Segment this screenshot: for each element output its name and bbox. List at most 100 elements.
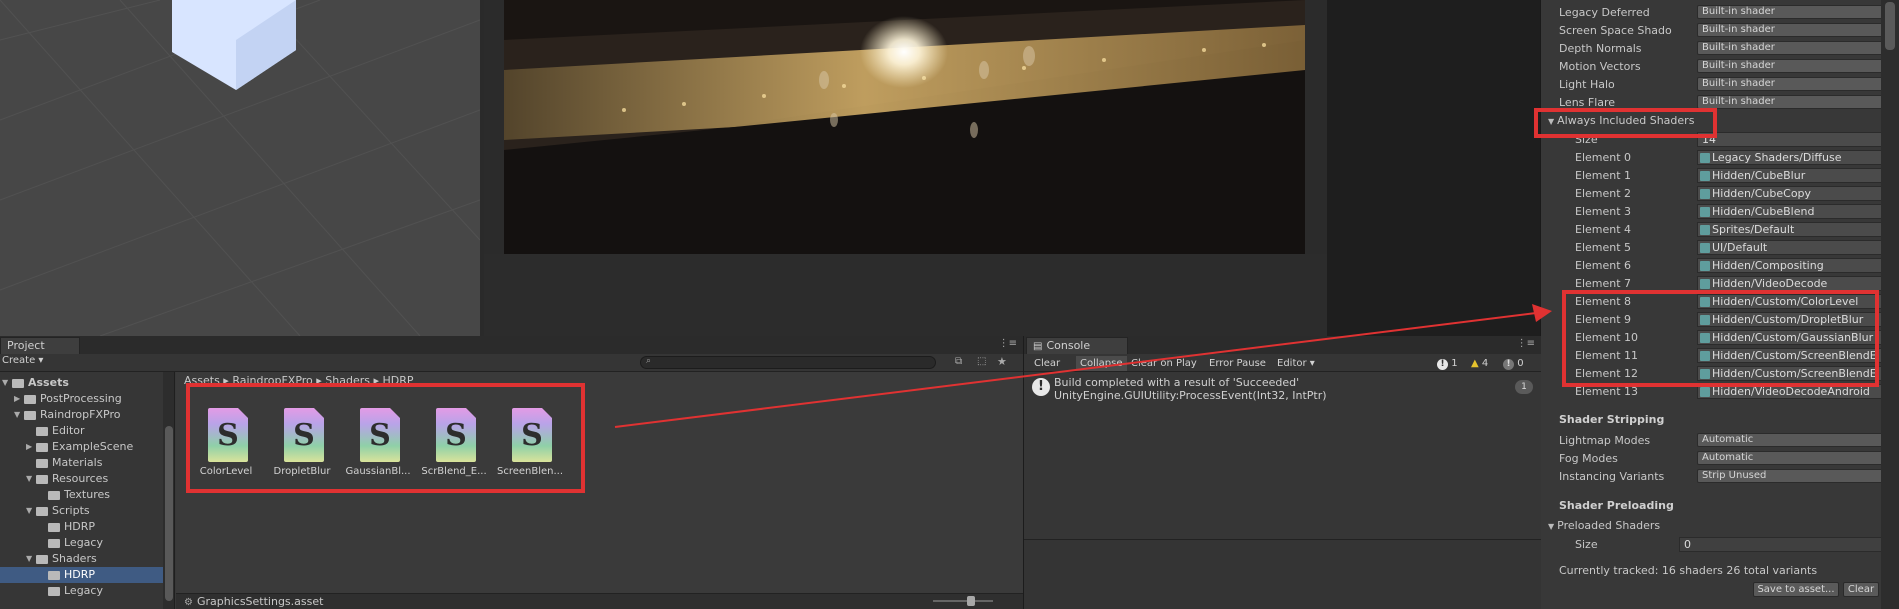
tree-folder-item[interactable]: Legacy bbox=[0, 535, 163, 551]
shader-object-field[interactable]: Hidden/CubeBlur bbox=[1697, 168, 1885, 183]
shader-object-field[interactable]: UI/Default bbox=[1697, 240, 1885, 255]
project-panel: Project ⋮≡ Create ▾ ⌕ ⧉ ⬚ ★ ▼ Assets ▶ Post… bbox=[0, 336, 1023, 609]
tree-folder-item[interactable]: Materials bbox=[0, 455, 163, 471]
tree-folder-item[interactable]: HDRP bbox=[0, 519, 163, 535]
project-folder-tree[interactable]: ▼ Assets ▶ PostProcessing ▼ RaindropFXPro Edit… bbox=[0, 372, 175, 609]
console-clear-button[interactable]: Clear bbox=[1034, 356, 1060, 371]
shader-asset-tile[interactable]: S DropletBlur bbox=[266, 402, 338, 482]
tree-folder-item[interactable]: Textures bbox=[0, 487, 163, 503]
scene-view[interactable] bbox=[0, 0, 480, 336]
array-size-field[interactable]: 14 bbox=[1697, 132, 1885, 147]
tab-project[interactable]: Project bbox=[0, 337, 80, 354]
tree-folder-item[interactable]: ▼ Resources bbox=[0, 471, 163, 487]
expanded-arrow-icon[interactable]: ▼ bbox=[26, 503, 36, 519]
log-message: Build completed with a result of 'Succee… bbox=[1054, 376, 1300, 389]
shader-asset-tile[interactable]: S ColorLevel bbox=[190, 402, 262, 482]
shader-object-field[interactable]: Sprites/Default bbox=[1697, 222, 1885, 237]
expanded-arrow-icon[interactable]: ▼ bbox=[2, 375, 12, 391]
shader-asset-tile[interactable]: S ScrBlend_E... bbox=[418, 402, 490, 482]
search-input[interactable]: ⌕ bbox=[640, 356, 936, 369]
element-label: Element 8 bbox=[1575, 295, 1632, 308]
folder-icon bbox=[36, 555, 48, 564]
element-label: Element 11 bbox=[1575, 349, 1639, 362]
save-to-asset-button[interactable]: Save to asset... bbox=[1753, 582, 1839, 597]
tree-folder-item[interactable]: Editor bbox=[0, 423, 163, 439]
preloaded-shaders-foldout[interactable]: ▼ Preloaded Shaders bbox=[1548, 519, 1660, 532]
filter-by-type-icon[interactable]: ⧉ bbox=[955, 356, 962, 367]
panel-menu-icon[interactable]: ⋮≡ bbox=[1517, 338, 1535, 349]
log-entry[interactable]: ! Build completed with a result of 'Succ… bbox=[1028, 374, 1541, 406]
shader-object-field[interactable]: Hidden/VideoDecodeAndroid bbox=[1697, 384, 1885, 399]
shader-name: Hidden/CubeBlur bbox=[1712, 169, 1806, 182]
expanded-arrow-icon[interactable]: ▼ bbox=[14, 407, 24, 423]
builtin-shader-dropdown[interactable]: Built-in shader⬍ bbox=[1697, 41, 1897, 55]
error-count-toggle[interactable]: ! 0 bbox=[1503, 356, 1524, 371]
tree-scrollbar[interactable] bbox=[163, 372, 174, 609]
tree-folder-item[interactable]: ▼ RaindropFXPro bbox=[0, 407, 163, 423]
tab-console[interactable]: ▤ Console bbox=[1026, 337, 1128, 354]
shader-object-field[interactable]: Hidden/CubeBlend bbox=[1697, 204, 1885, 219]
breadcrumb[interactable]: Assets ▸ RaindropFXPro ▸ Shaders ▸ HDRP bbox=[184, 374, 414, 387]
tree-folder-item[interactable]: ▶ PostProcessing bbox=[0, 391, 163, 407]
builtin-shader-row: Lens Flare Built-in shader⬍ bbox=[1559, 95, 1897, 111]
folder-icon bbox=[24, 411, 36, 420]
shader-object-field[interactable]: Hidden/Compositing bbox=[1697, 258, 1885, 273]
console-clear-on-play-toggle[interactable]: Clear on Play bbox=[1131, 356, 1197, 371]
slider-thumb[interactable] bbox=[967, 596, 975, 606]
shader-icon bbox=[1700, 279, 1710, 289]
shader-object-field[interactable]: Hidden/VideoDecode bbox=[1697, 276, 1885, 291]
shader-object-field[interactable]: Hidden/Custom/GaussianBlur bbox=[1697, 330, 1885, 345]
filter-by-label-icon[interactable]: ⬚ bbox=[977, 356, 986, 367]
always-included-foldout[interactable]: ▼ Always Included Shaders bbox=[1548, 114, 1694, 127]
shader-asset-tile[interactable]: S GaussianBl... bbox=[342, 402, 414, 482]
shader-object-field[interactable]: Hidden/Custom/ScreenBlendE bbox=[1697, 366, 1885, 381]
lightmap-modes-dropdown[interactable]: Automatic⬍ bbox=[1697, 433, 1897, 447]
builtin-shader-dropdown[interactable]: Built-in shader⬍ bbox=[1697, 77, 1897, 91]
panel-menu-icon[interactable]: ⋮≡ bbox=[999, 338, 1017, 349]
builtin-shader-dropdown[interactable]: Built-in shader⬍ bbox=[1697, 95, 1897, 109]
project-asset-grid[interactable]: Assets ▸ RaindropFXPro ▸ Shaders ▸ HDRP … bbox=[176, 372, 1023, 609]
collapsed-arrow-icon[interactable]: ▶ bbox=[14, 391, 24, 407]
scrollbar-thumb[interactable] bbox=[1885, 2, 1895, 50]
shader-object-field[interactable]: Hidden/Custom/ColorLevel bbox=[1697, 294, 1885, 309]
builtin-shader-dropdown[interactable]: Built-in shader⬍ bbox=[1697, 5, 1897, 19]
console-editor-dropdown[interactable]: Editor ▾ bbox=[1277, 356, 1315, 371]
builtin-shader-dropdown[interactable]: Built-in shader⬍ bbox=[1697, 23, 1897, 37]
shader-object-field[interactable]: Hidden/Custom/ScreenBlendE bbox=[1697, 348, 1885, 363]
expanded-arrow-icon[interactable]: ▼ bbox=[26, 551, 36, 567]
tree-folder-item[interactable]: ▼ Scripts bbox=[0, 503, 163, 519]
game-view[interactable] bbox=[484, 0, 1327, 336]
tree-folder-item[interactable]: ▶ ExampleScene bbox=[0, 439, 163, 455]
inspector-scrollbar[interactable] bbox=[1881, 0, 1899, 609]
fog-modes-dropdown[interactable]: Automatic⬍ bbox=[1697, 451, 1897, 465]
tree-folder-item[interactable]: ▼ Assets bbox=[0, 375, 163, 391]
instancing-variants-dropdown[interactable]: Strip Unused⬍ bbox=[1697, 469, 1897, 483]
info-count-toggle[interactable]: ! 1 bbox=[1437, 356, 1458, 371]
shader-object-field[interactable]: Legacy Shaders/Diffuse bbox=[1697, 150, 1885, 165]
preloaded-size-field[interactable]: 0 bbox=[1679, 537, 1899, 552]
builtin-shader-row: Screen Space Shado Built-in shader⬍ bbox=[1559, 23, 1897, 39]
tree-folder-label: Materials bbox=[52, 456, 103, 469]
shader-object-field[interactable]: Hidden/Custom/DropletBlur bbox=[1697, 312, 1885, 327]
clear-preloaded-button[interactable]: Clear bbox=[1843, 582, 1879, 597]
tree-folder-item[interactable]: ▼ Shaders bbox=[0, 551, 163, 567]
scrollbar-thumb[interactable] bbox=[165, 426, 173, 601]
console-detail-area[interactable] bbox=[1024, 539, 1541, 609]
collapsed-arrow-icon[interactable]: ▶ bbox=[26, 439, 36, 455]
icon-size-slider[interactable] bbox=[933, 596, 993, 606]
asset-name-label: ColorLevel bbox=[199, 466, 253, 477]
tree-folder-item[interactable]: Legacy bbox=[0, 583, 163, 599]
builtin-shader-dropdown[interactable]: Built-in shader⬍ bbox=[1697, 59, 1897, 73]
warning-count-toggle[interactable]: ▲ 4 bbox=[1471, 356, 1488, 371]
shader-icon-letter: S bbox=[369, 418, 391, 453]
shader-asset-tile[interactable]: S ScreenBlen... bbox=[494, 402, 566, 482]
shader-element-row: Element 11 Hidden/Custom/ScreenBlendE bbox=[1575, 348, 1899, 364]
tree-folder-item[interactable]: HDRP bbox=[0, 567, 163, 583]
console-error-pause-toggle[interactable]: Error Pause bbox=[1209, 356, 1266, 371]
dropdown-value: Built-in shader bbox=[1702, 42, 1775, 53]
shader-object-field[interactable]: Hidden/CubeCopy bbox=[1697, 186, 1885, 201]
expanded-arrow-icon[interactable]: ▼ bbox=[26, 471, 36, 487]
console-collapse-toggle[interactable]: Collapse bbox=[1076, 356, 1127, 371]
favorite-star-icon[interactable]: ★ bbox=[997, 355, 1007, 368]
create-menu-button[interactable]: Create ▾ bbox=[2, 355, 43, 366]
